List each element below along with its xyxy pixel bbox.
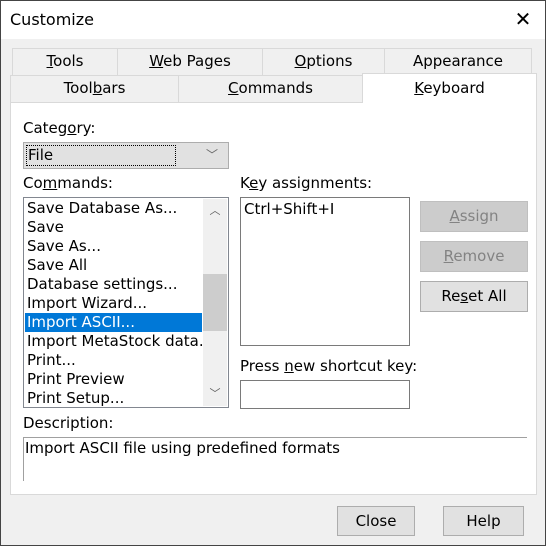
assign-button[interactable]: Assign <box>420 201 528 232</box>
tab-appearance[interactable]: Appearance <box>384 48 532 76</box>
close-icon[interactable]: ✕ <box>511 7 535 31</box>
tab-commands[interactable]: Commands <box>178 75 363 103</box>
command-item[interactable]: Import Wizard... <box>25 294 202 313</box>
category-value: File <box>26 145 176 166</box>
shortcut-input[interactable] <box>240 380 410 409</box>
help-button[interactable]: Help <box>443 506 524 536</box>
tab-label: Appearance <box>412 52 504 70</box>
tab-label: Tools <box>46 52 84 70</box>
title-bar: Customize ✕ <box>1 1 545 39</box>
command-item[interactable]: Save All <box>25 256 202 275</box>
button-label: Remove <box>443 247 505 265</box>
scroll-up-icon[interactable]: ︿ <box>203 201 227 221</box>
scroll-down-icon[interactable]: ﹀ <box>203 384 227 404</box>
description-text: Import ASCII file using predefined forma… <box>23 437 527 481</box>
command-item[interactable]: Database settings... <box>25 275 202 294</box>
scrollbar-thumb[interactable] <box>203 274 227 331</box>
key-assignments-label: Key assignments: <box>240 174 373 192</box>
commands-list[interactable]: Save Database As... Save Save As... Save Al… <box>23 197 229 408</box>
commands-label: Commands: <box>23 174 113 192</box>
command-item[interactable]: Save As... <box>25 237 202 256</box>
customize-dialog: Customize ✕ Tools Web Pages Options Appe… <box>0 0 546 546</box>
remove-button[interactable]: Remove <box>420 241 528 272</box>
close-button[interactable]: Close <box>337 506 415 536</box>
category-label: Category: <box>23 119 96 137</box>
chevron-down-icon: ﹀ <box>205 148 218 162</box>
key-assignment-item[interactable]: Ctrl+Shift+I <box>241 198 409 218</box>
command-item[interactable]: Import MetaStock data... <box>25 332 213 351</box>
commands-scrollbar[interactable]: ︿ ﹀ <box>203 199 227 406</box>
tab-label: Web Pages <box>149 52 231 70</box>
tab-toolbars[interactable]: Toolbars <box>10 75 179 103</box>
command-item[interactable]: Print... <box>25 351 202 370</box>
description-label: Description: <box>23 414 114 432</box>
tab-options[interactable]: Options <box>262 48 385 76</box>
command-item[interactable]: Import ASCII... <box>25 313 202 332</box>
tab-web-pages[interactable]: Web Pages <box>117 48 263 76</box>
dialog-title: Customize <box>10 10 94 29</box>
tab-keyboard[interactable]: Keyboard <box>362 73 537 103</box>
command-item[interactable]: Save Database As... <box>25 199 202 218</box>
command-item[interactable]: Print Setup... <box>25 389 202 407</box>
tab-tools[interactable]: Tools <box>12 48 118 76</box>
button-label: Assign <box>449 207 499 225</box>
button-label: Reset All <box>441 287 507 305</box>
key-assignments-list[interactable]: Ctrl+Shift+I <box>240 197 410 346</box>
shortcut-label: Press new shortcut key: <box>240 357 418 375</box>
reset-all-button[interactable]: Reset All <box>420 281 528 312</box>
tab-label: Options <box>294 52 353 70</box>
tab-label: Commands <box>228 79 313 97</box>
command-item[interactable]: Save <box>25 218 202 237</box>
tab-label: Keyboard <box>414 79 485 97</box>
command-item[interactable]: Print Preview <box>25 370 202 389</box>
tab-label: Toolbars <box>63 79 126 97</box>
category-dropdown[interactable]: File ﹀ <box>23 142 229 169</box>
